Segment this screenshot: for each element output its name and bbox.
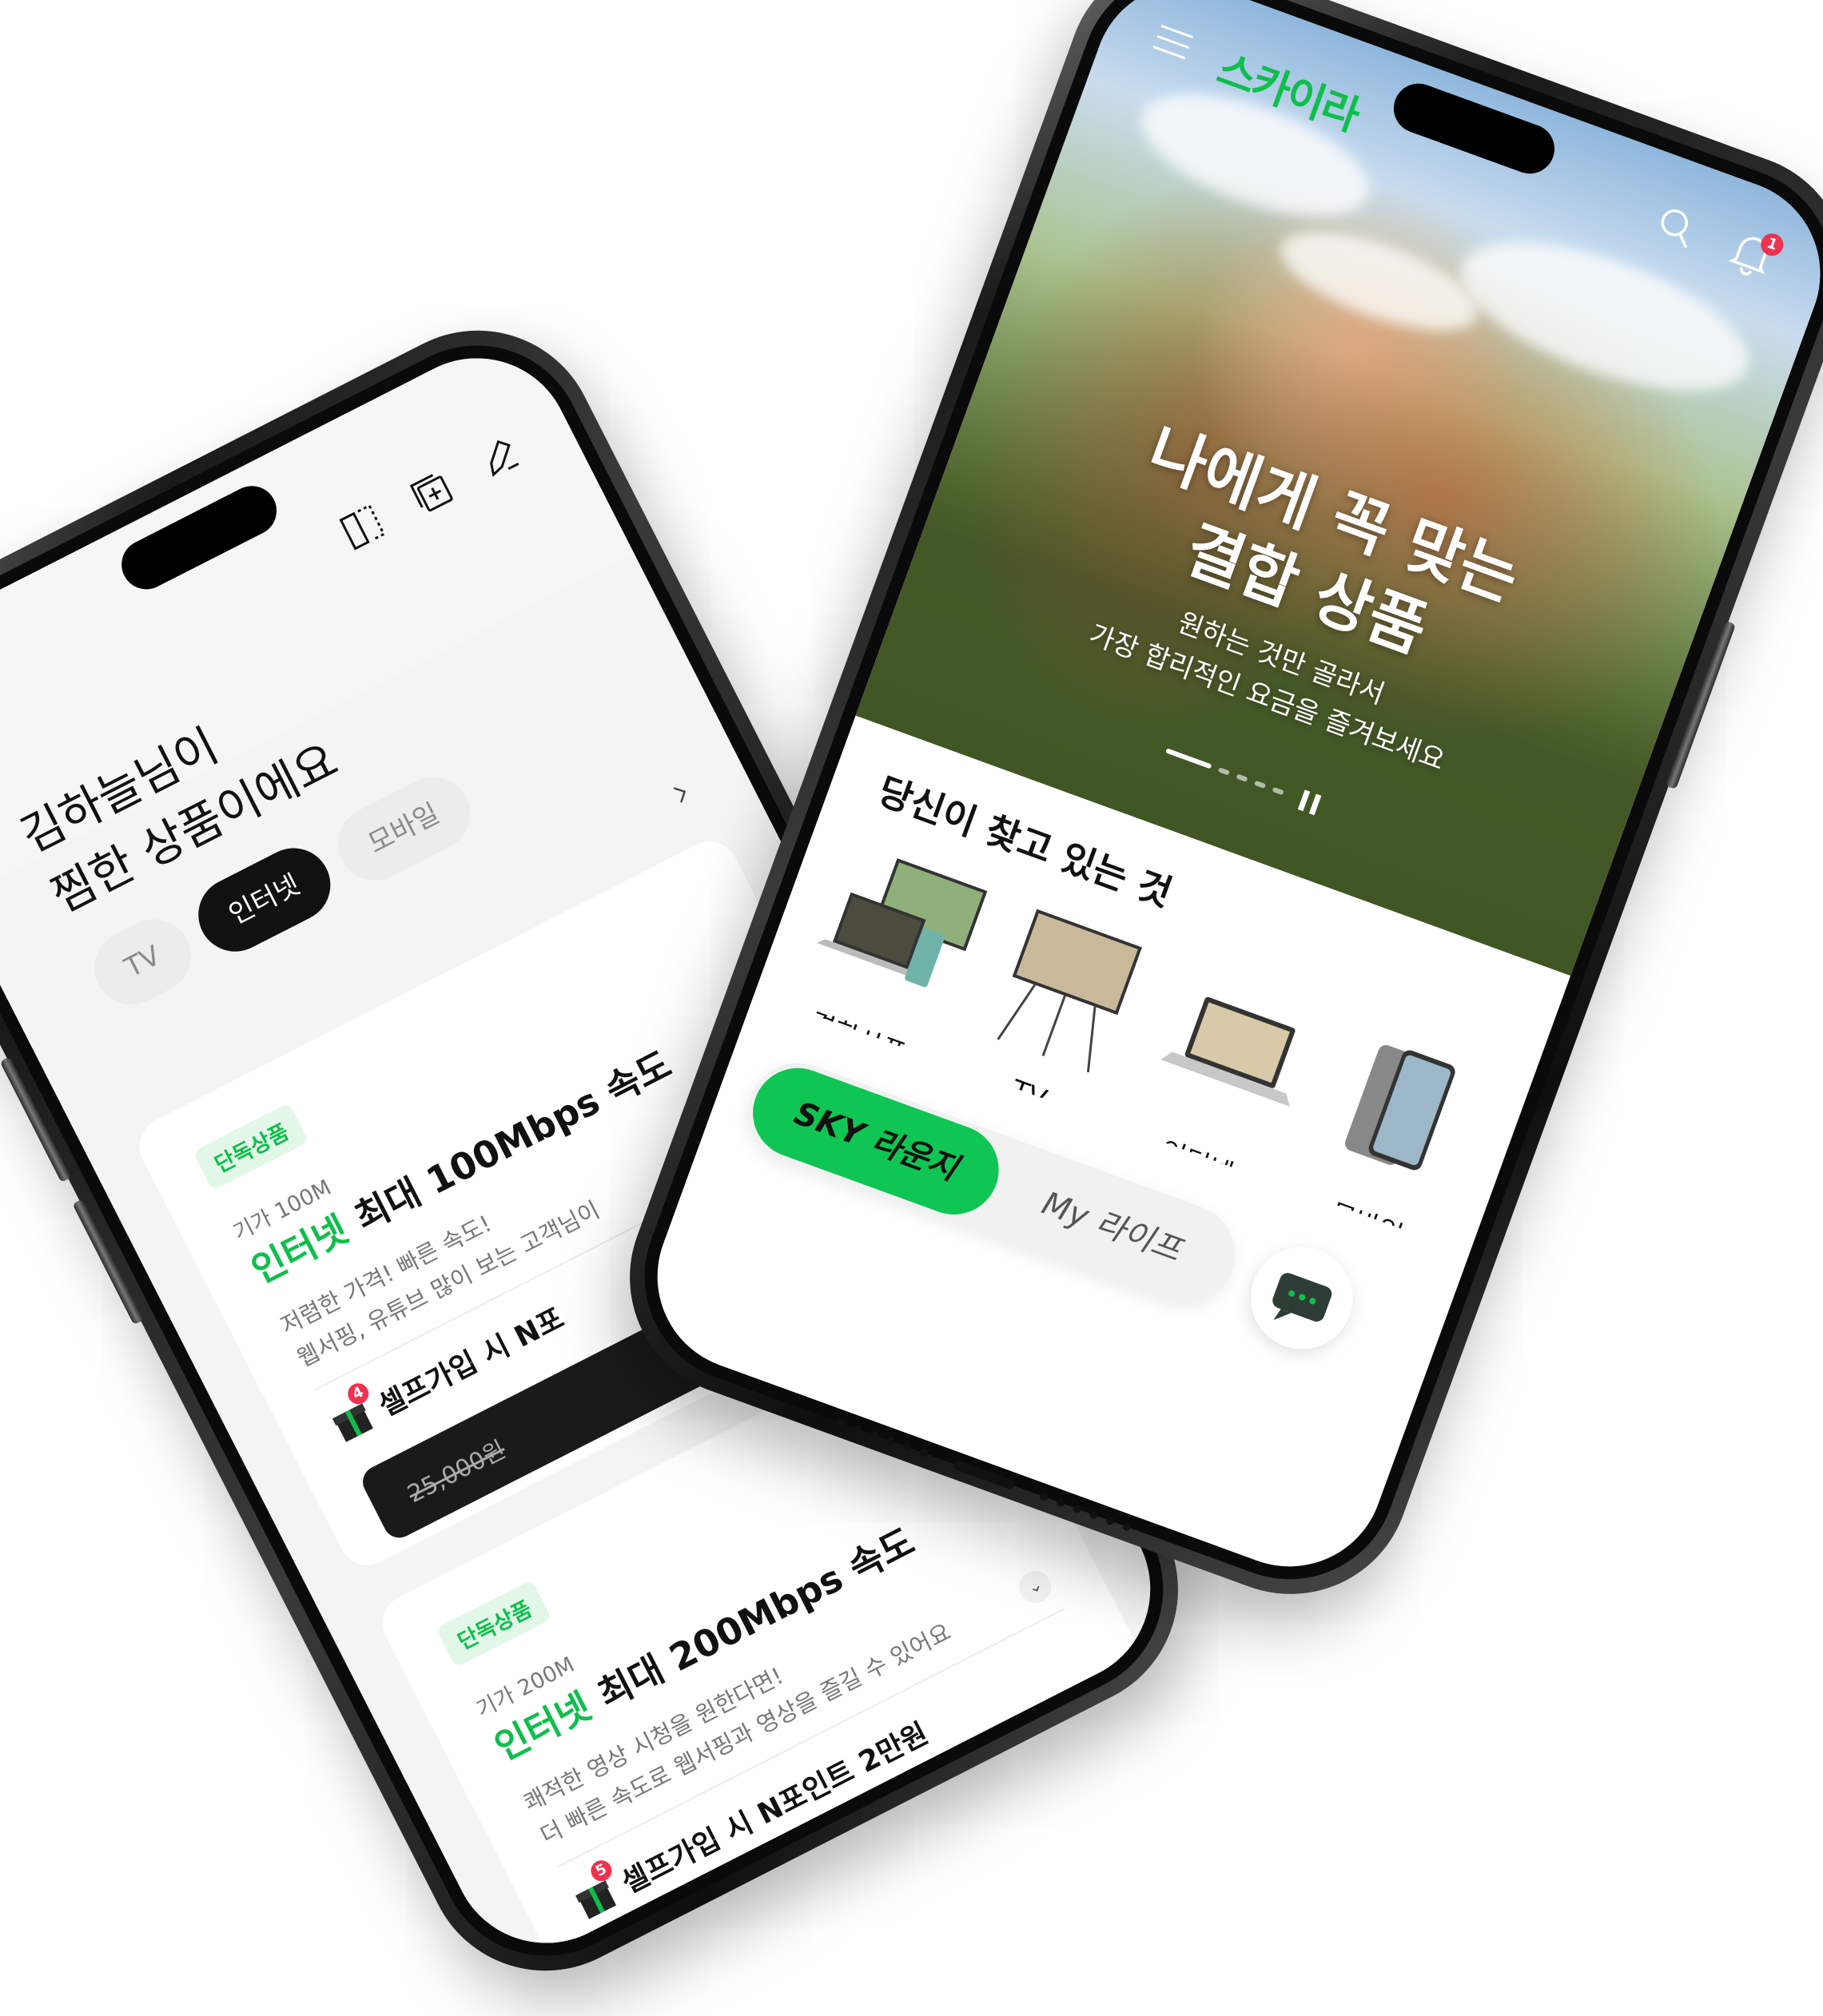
bundle-devices-icon <box>795 824 1000 1028</box>
tab-tv[interactable]: TV <box>82 906 204 1017</box>
carousel-dot[interactable] <box>1217 767 1231 776</box>
expand-chevron-icon[interactable]: ⌄ <box>1013 1565 1057 1608</box>
notification-button[interactable]: 1 <box>1725 226 1787 282</box>
carousel-dot[interactable] <box>1253 780 1267 789</box>
gift-icon: 5 <box>568 1856 622 1924</box>
hamburger-menu-icon[interactable] <box>1148 18 1198 65</box>
original-price: 25,000원 <box>403 1435 511 1509</box>
exclusive-badge: 단독상품 <box>436 1579 552 1668</box>
laptop-icon <box>1135 948 1339 1152</box>
carousel-dot[interactable] <box>1236 773 1248 782</box>
tab-mobile[interactable]: 모바일 <box>324 764 483 893</box>
exclusive-badge: 단독상품 <box>193 1102 309 1191</box>
cloud <box>1269 212 1490 351</box>
gift-icon: 4 <box>325 1379 379 1447</box>
chevron-right-icon[interactable] <box>666 778 696 809</box>
smartphone-icon <box>1304 1009 1509 1214</box>
carousel-dot[interactable] <box>1272 786 1284 796</box>
original-price: 41,000원 <box>646 1912 754 1976</box>
search-icon[interactable] <box>1650 201 1703 254</box>
tv-stand-icon <box>965 886 1170 1091</box>
